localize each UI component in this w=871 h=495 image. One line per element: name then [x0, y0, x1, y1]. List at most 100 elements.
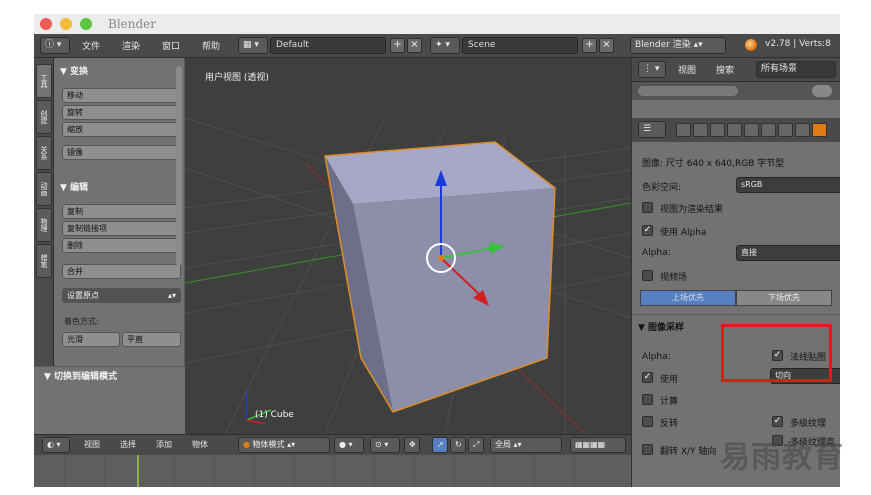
alpha-mode-select[interactable]: 直接▴▾	[736, 245, 840, 261]
layers-context-icon[interactable]	[693, 123, 708, 137]
context-menu-icon[interactable]: ☰	[638, 121, 666, 138]
scene-field[interactable]: Scene	[462, 37, 578, 54]
view-as-render-checkbox[interactable]	[642, 202, 653, 213]
menu-file[interactable]: 文件	[82, 39, 100, 52]
viewport-editor-type-icon[interactable]: ◐ ▾	[42, 437, 70, 453]
tab-create[interactable]: 创建	[36, 100, 52, 134]
delete-button[interactable]: 删除	[62, 238, 181, 253]
layers-grid-icon[interactable]: ▦▦▦▦	[570, 437, 626, 453]
timeline[interactable]	[34, 455, 631, 487]
use-alpha-checkbox[interactable]: ✓	[642, 225, 653, 236]
calculate-alpha-checkbox[interactable]	[642, 394, 653, 405]
mode-select[interactable]: ● 物体模式 ▴▾	[238, 437, 330, 453]
screen-layout-field[interactable]: Default	[270, 37, 386, 54]
title-bar: Blender	[34, 14, 840, 34]
add-layout-icon[interactable]: +	[390, 38, 405, 53]
tab-physics[interactable]: 物理	[36, 208, 52, 242]
image-info: 图像: 尺寸 640 x 640,RGB 字节型	[642, 159, 785, 169]
viewport-title: 用户视图 (透视)	[205, 73, 269, 83]
move-button[interactable]: 移动	[62, 88, 181, 103]
rotate-manipulator-icon[interactable]: ↻	[450, 437, 466, 453]
menu-window[interactable]: 窗口	[162, 39, 180, 52]
render-engine-select[interactable]: Blender 渲染 ▴▾	[630, 37, 726, 54]
menu-object[interactable]: 物体	[192, 439, 208, 450]
tool-shelf-scrollbar[interactable]	[176, 66, 182, 266]
pivot-point-icon[interactable]: ⊙ ▾	[370, 437, 400, 453]
properties-editor-type-icon[interactable]: ⋮ ▾	[638, 61, 666, 78]
tab-tools[interactable]: 工具	[36, 64, 52, 98]
texture-context-icon[interactable]	[812, 123, 827, 137]
set-origin-select[interactable]: 设置原点 ▴▾	[62, 288, 181, 303]
use-alpha-sampling-checkbox[interactable]: ✓	[642, 372, 653, 383]
object-context-icon[interactable]	[744, 123, 759, 137]
image-sampling-header[interactable]: ▼ 图像采样	[638, 320, 684, 333]
mipmap-checkbox[interactable]: ✓	[772, 416, 783, 427]
shade-flat-button[interactable]: 平直	[122, 332, 181, 347]
duplicate-linked-button[interactable]: 复制链接项	[62, 221, 181, 236]
duplicate-button[interactable]: 复制	[62, 204, 181, 219]
scene-context-icon[interactable]	[710, 123, 725, 137]
active-object-label: (1) Cube	[255, 410, 294, 420]
fields-checkbox[interactable]	[642, 270, 653, 281]
shading-label: 着色方式:	[64, 317, 99, 326]
blender-logo-icon	[745, 39, 757, 51]
render-context-icon[interactable]	[676, 123, 691, 137]
world-context-icon[interactable]	[727, 123, 742, 137]
color-space-value: sRGB	[741, 180, 763, 189]
mirror-button[interactable]: 镜像	[62, 145, 181, 160]
properties-menu-view[interactable]: 视图	[678, 63, 696, 76]
close-window-icon[interactable]	[40, 18, 52, 30]
properties-scroll-handle[interactable]	[638, 86, 738, 96]
add-scene-icon[interactable]: +	[582, 38, 597, 53]
mode-select-label: 物体模式	[252, 440, 285, 449]
color-space-select[interactable]: sRGB▴▾	[736, 177, 840, 193]
constraints-context-icon[interactable]	[761, 123, 776, 137]
scene-icon[interactable]: ✦ ▾	[430, 37, 460, 54]
3d-viewport[interactable]: 用户视图 (透视) (1) Cube	[185, 58, 631, 434]
properties-zoom-handle[interactable]	[812, 85, 832, 97]
menu-view[interactable]: 视图	[84, 439, 100, 450]
object-origin-dot	[438, 255, 444, 261]
material-context-icon[interactable]	[795, 123, 810, 137]
properties-menu-search[interactable]: 搜索	[716, 63, 734, 76]
shade-smooth-button[interactable]: 光滑	[62, 332, 120, 347]
minimize-window-icon[interactable]	[60, 18, 72, 30]
modifiers-context-icon[interactable]	[778, 123, 793, 137]
mini-axis-x	[246, 419, 266, 425]
tab-animation[interactable]: 动画	[36, 172, 52, 206]
tab-grease-pencil[interactable]: 蜡笔	[36, 244, 52, 278]
join-button[interactable]: 合并	[62, 264, 181, 279]
current-frame-cursor[interactable]	[137, 455, 139, 487]
tab-relations[interactable]: 关系	[36, 136, 52, 170]
edit-header[interactable]: ▼ 编辑	[60, 180, 88, 193]
menu-help[interactable]: 帮助	[202, 39, 220, 52]
editor-type-button[interactable]: ⓘ ▾	[40, 37, 70, 54]
viewport-shading-icon[interactable]: ● ▾	[334, 437, 364, 453]
flip-xy-checkbox[interactable]	[642, 444, 653, 455]
transform-header[interactable]: ▼ 变换	[60, 64, 88, 77]
edit-mode-panel: ▼ 切换到编辑模式	[34, 366, 185, 434]
transform-orientation-select[interactable]: 全局 ▴▾	[490, 437, 562, 453]
maximize-window-icon[interactable]	[80, 18, 92, 30]
toggle-edit-mode-header[interactable]: ▼ 切换到编辑模式	[44, 369, 117, 382]
all-scenes-select[interactable]: 所有场景	[756, 61, 836, 78]
manipulator-toggle-icon[interactable]: ✥	[404, 437, 420, 453]
upper-first-toggle[interactable]: 上场优先	[640, 290, 736, 306]
invert-alpha-checkbox[interactable]	[642, 416, 653, 427]
menu-add[interactable]: 添加	[156, 439, 172, 450]
translate-manipulator-icon[interactable]: ↗	[432, 437, 448, 453]
timeline-gridline	[374, 455, 375, 487]
rotate-button[interactable]: 旋转	[62, 105, 181, 120]
object-mode-icon: ●	[243, 440, 250, 449]
layout-grid-icon[interactable]: ▦ ▾	[238, 37, 268, 54]
properties-search-row	[632, 82, 840, 100]
scale-manipulator-icon[interactable]: ⤢	[468, 437, 484, 453]
remove-layout-icon[interactable]: ×	[407, 38, 422, 53]
viewport-scene	[185, 117, 631, 434]
menu-render[interactable]: 渲染	[122, 39, 140, 52]
lower-first-toggle[interactable]: 下场优先	[736, 290, 832, 306]
info-header: ⓘ ▾ 文件 渲染 窗口 帮助 ▦ ▾ Default + × ✦ ▾ Scen…	[34, 34, 840, 58]
menu-select[interactable]: 选择	[120, 439, 136, 450]
scale-button[interactable]: 缩放	[62, 122, 181, 137]
remove-scene-icon[interactable]: ×	[599, 38, 614, 53]
